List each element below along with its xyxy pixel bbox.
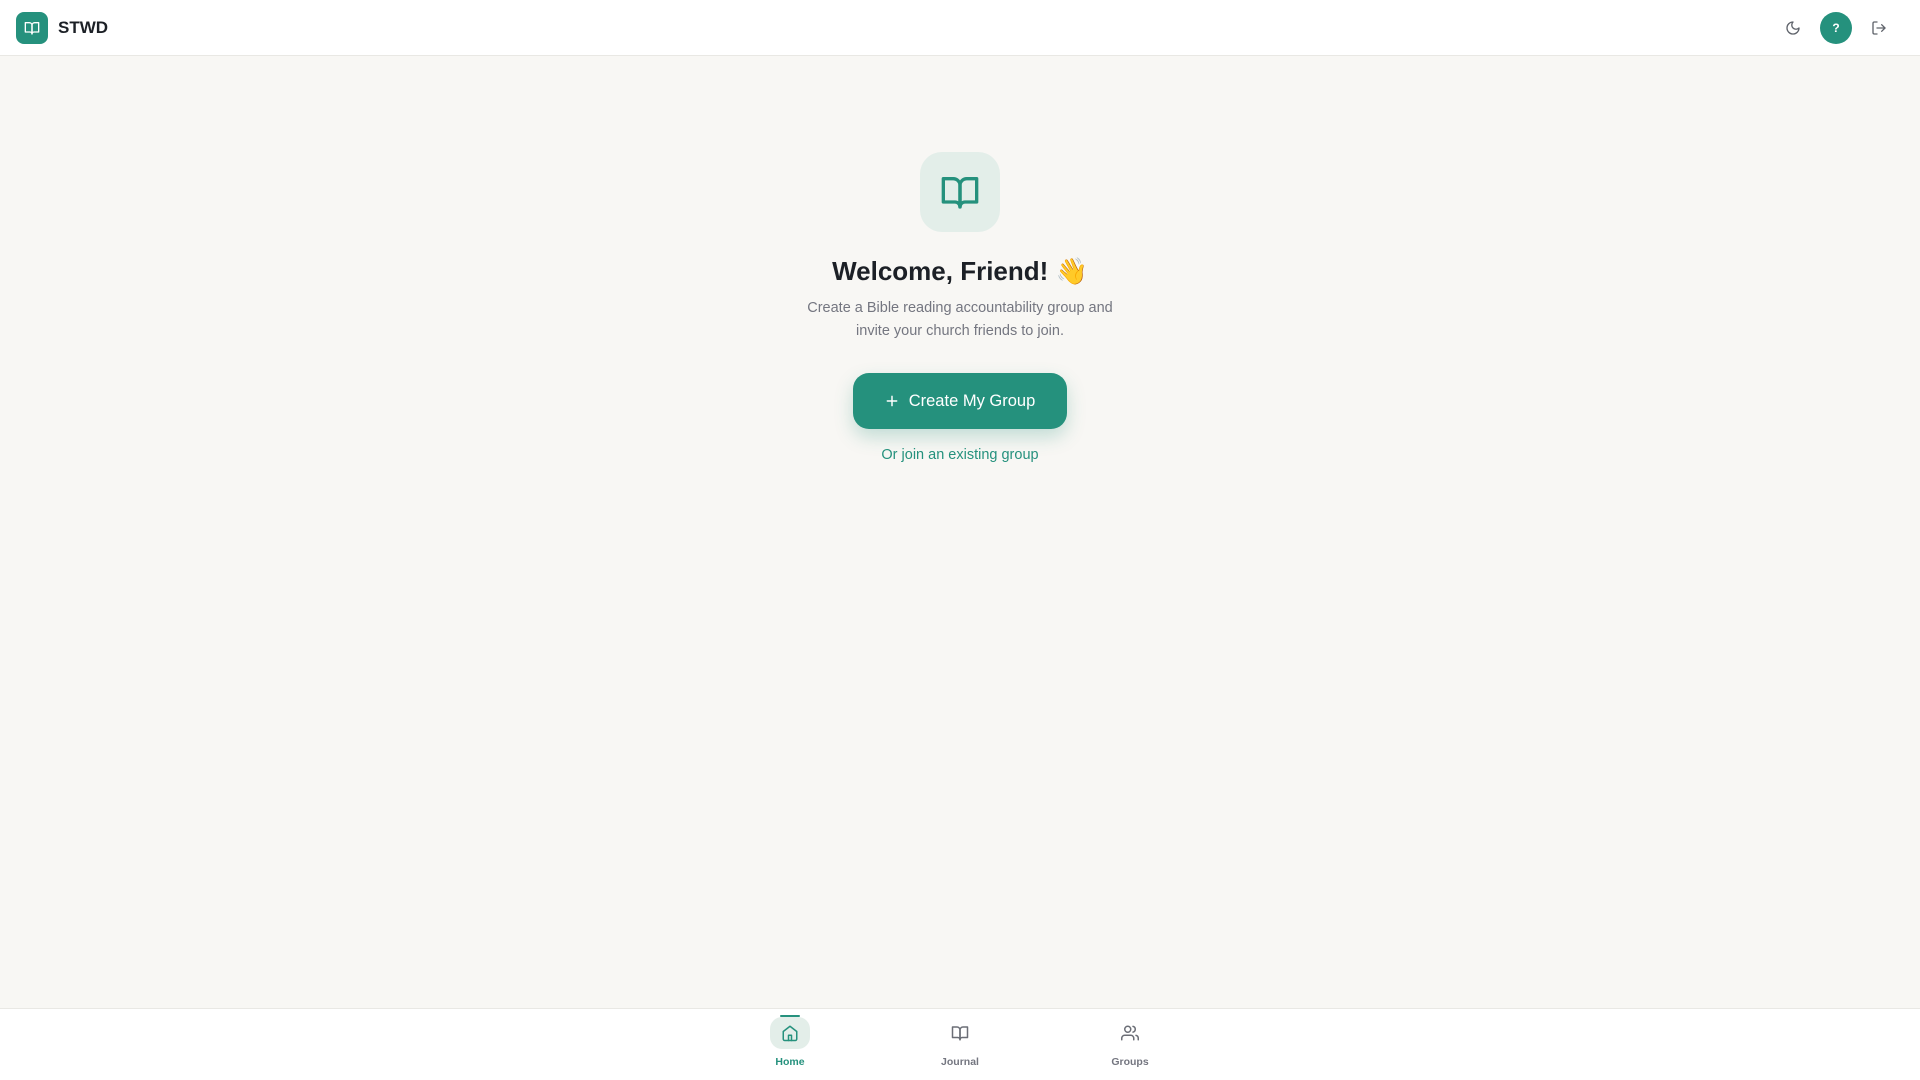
- top-bar: STWD ?: [0, 0, 1920, 56]
- main-content: Welcome, Friend! 👋 Create a Bible readin…: [0, 56, 1920, 1008]
- home-icon: [782, 1025, 798, 1042]
- nav-icon-wrap: [770, 1017, 810, 1049]
- book-open-icon: [951, 1026, 969, 1041]
- nav-item-home[interactable]: Home: [770, 1009, 810, 1080]
- hero-icon-tile: [920, 152, 1000, 232]
- app-name: STWD: [58, 17, 109, 37]
- app-logo: [16, 11, 48, 44]
- nav-label-home: Home: [775, 1056, 805, 1068]
- nav-icon-wrap: [1110, 1017, 1150, 1049]
- create-group-button[interactable]: Create My Group: [852, 373, 1068, 429]
- avatar[interactable]: ?: [1820, 11, 1852, 44]
- theme-toggle-button[interactable]: [1776, 11, 1810, 45]
- logout-button[interactable]: [1862, 11, 1896, 45]
- welcome-title: Welcome, Friend! 👋: [832, 256, 1088, 286]
- nav-icon-wrap: [940, 1017, 980, 1049]
- nav-item-groups[interactable]: Groups: [1110, 1009, 1150, 1080]
- nav-label-journal: Journal: [941, 1056, 979, 1068]
- book-open-icon: [941, 177, 979, 209]
- create-group-label: Create My Group: [908, 391, 1036, 410]
- welcome-subtitle: Create a Bible reading accountability gr…: [807, 300, 1113, 339]
- users-icon: [1121, 1025, 1139, 1041]
- brand[interactable]: STWD: [16, 11, 109, 44]
- moon-icon: [1786, 20, 1800, 35]
- bottom-nav: Home Journal Groups: [0, 1008, 1920, 1080]
- header-actions: ?: [1776, 11, 1904, 45]
- plus-icon: [886, 395, 898, 407]
- log-out-icon: [1872, 20, 1886, 35]
- nav-label-groups: Groups: [1111, 1056, 1149, 1068]
- nav-item-journal[interactable]: Journal: [940, 1009, 980, 1080]
- book-open-icon: [24, 21, 40, 35]
- join-existing-group-link[interactable]: Or join an existing group: [881, 447, 1038, 463]
